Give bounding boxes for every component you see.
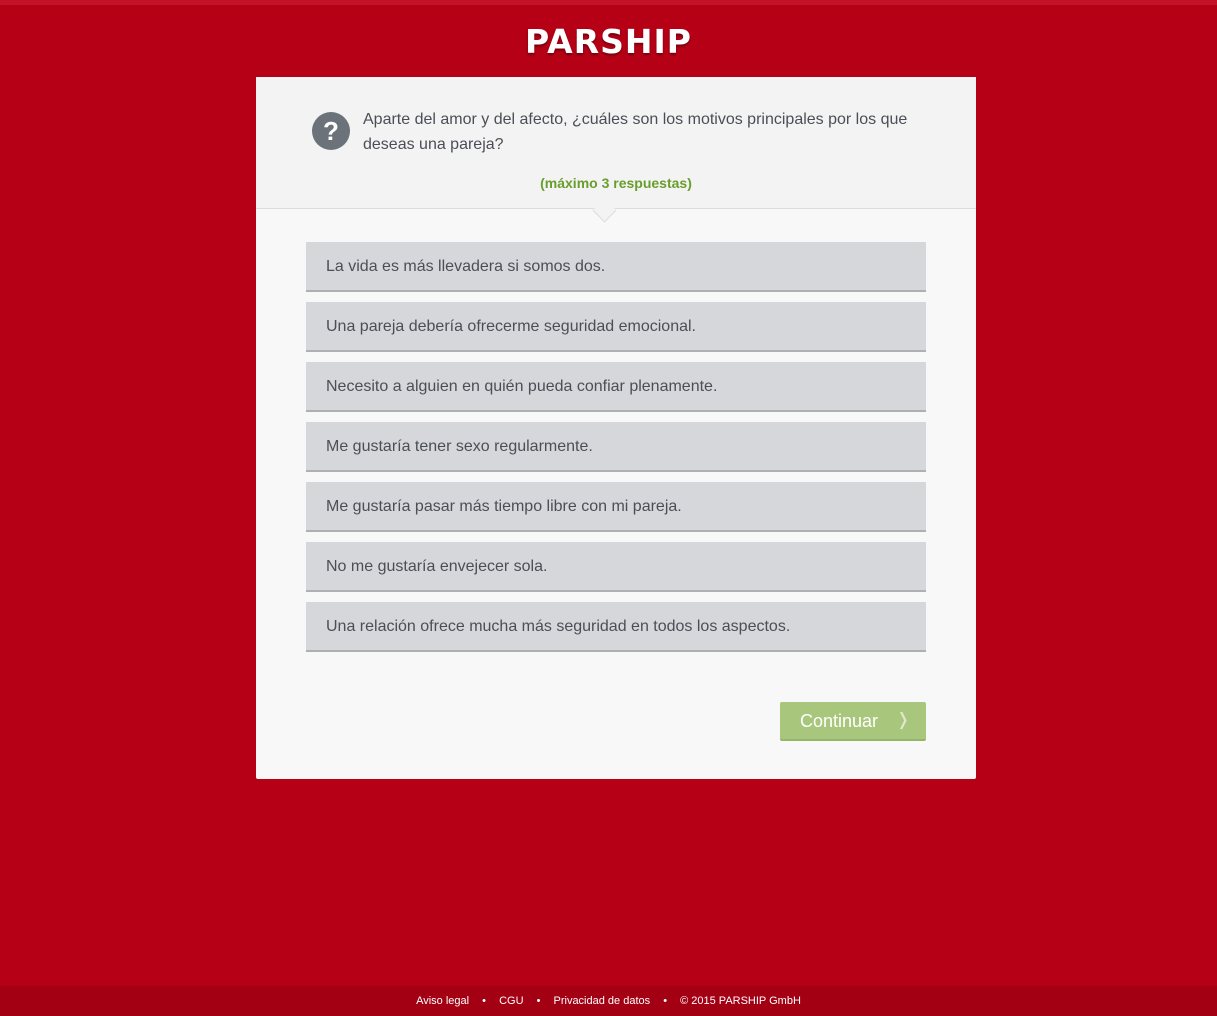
footer-link-privacy[interactable]: Privacidad de datos <box>554 995 651 1007</box>
footer-separator: • <box>482 995 486 1007</box>
answer-option[interactable]: Me gustaría tener sexo regularmente. <box>306 422 926 472</box>
answer-option[interactable]: Me gustaría pasar más tiempo libre con m… <box>306 482 926 532</box>
footer-link-legal[interactable]: Aviso legal <box>416 995 469 1007</box>
continue-button-label: Continuar <box>800 711 879 731</box>
answer-option[interactable]: No me gustaría envejecer sola. <box>306 542 926 592</box>
answer-option-label: Me gustaría tener sexo regularmente. <box>326 438 593 455</box>
answer-option-label: Una relación ofrece mucha más seguridad … <box>326 618 791 635</box>
answer-option[interactable]: Necesito a alguien en quién pueda confia… <box>306 362 926 412</box>
question-icon: ? <box>312 112 350 150</box>
answer-option-label: Me gustaría pasar más tiempo libre con m… <box>326 498 682 515</box>
footer-link-cgu[interactable]: CGU <box>499 995 523 1007</box>
question-header: ? Aparte del amor y del afecto, ¿cuáles … <box>256 77 976 209</box>
page: PARSHIP ? Aparte del amor y del afecto, … <box>0 0 1217 1016</box>
answer-option[interactable]: Una relación ofrece mucha más seguridad … <box>306 602 926 652</box>
answer-option-label: Necesito a alguien en quién pueda confia… <box>326 378 718 395</box>
footer-separator: • <box>663 995 668 1007</box>
top-strip <box>0 0 1217 5</box>
footer-copyright: © 2015 PARSHIP GmbH <box>680 995 801 1007</box>
footer: Aviso legal • CGU • Privacidad de datos … <box>0 986 1217 1016</box>
answer-options: La vida es más llevadera si somos dos. U… <box>306 242 926 662</box>
answer-option[interactable]: La vida es más llevadera si somos dos. <box>306 242 926 292</box>
footer-separator: • <box>536 995 541 1007</box>
answer-option-label: Una pareja debería ofrecerme seguridad e… <box>326 318 696 335</box>
answer-option-label: La vida es más llevadera si somos dos. <box>326 258 606 275</box>
continue-button[interactable]: Continuar ❭ <box>780 702 926 741</box>
answer-option-label: No me gustaría envejecer sola. <box>326 558 548 575</box>
question-card: ? Aparte del amor y del afecto, ¿cuáles … <box>256 77 976 779</box>
question-text: Aparte del amor y del afecto, ¿cuáles so… <box>363 111 908 153</box>
parship-logo: PARSHIP <box>525 22 692 61</box>
answer-limit-hint: (máximo 3 respuestas) <box>540 175 692 191</box>
answer-option[interactable]: Una pareja debería ofrecerme seguridad e… <box>306 302 926 352</box>
chevron-right-icon: ❭ <box>896 710 911 729</box>
